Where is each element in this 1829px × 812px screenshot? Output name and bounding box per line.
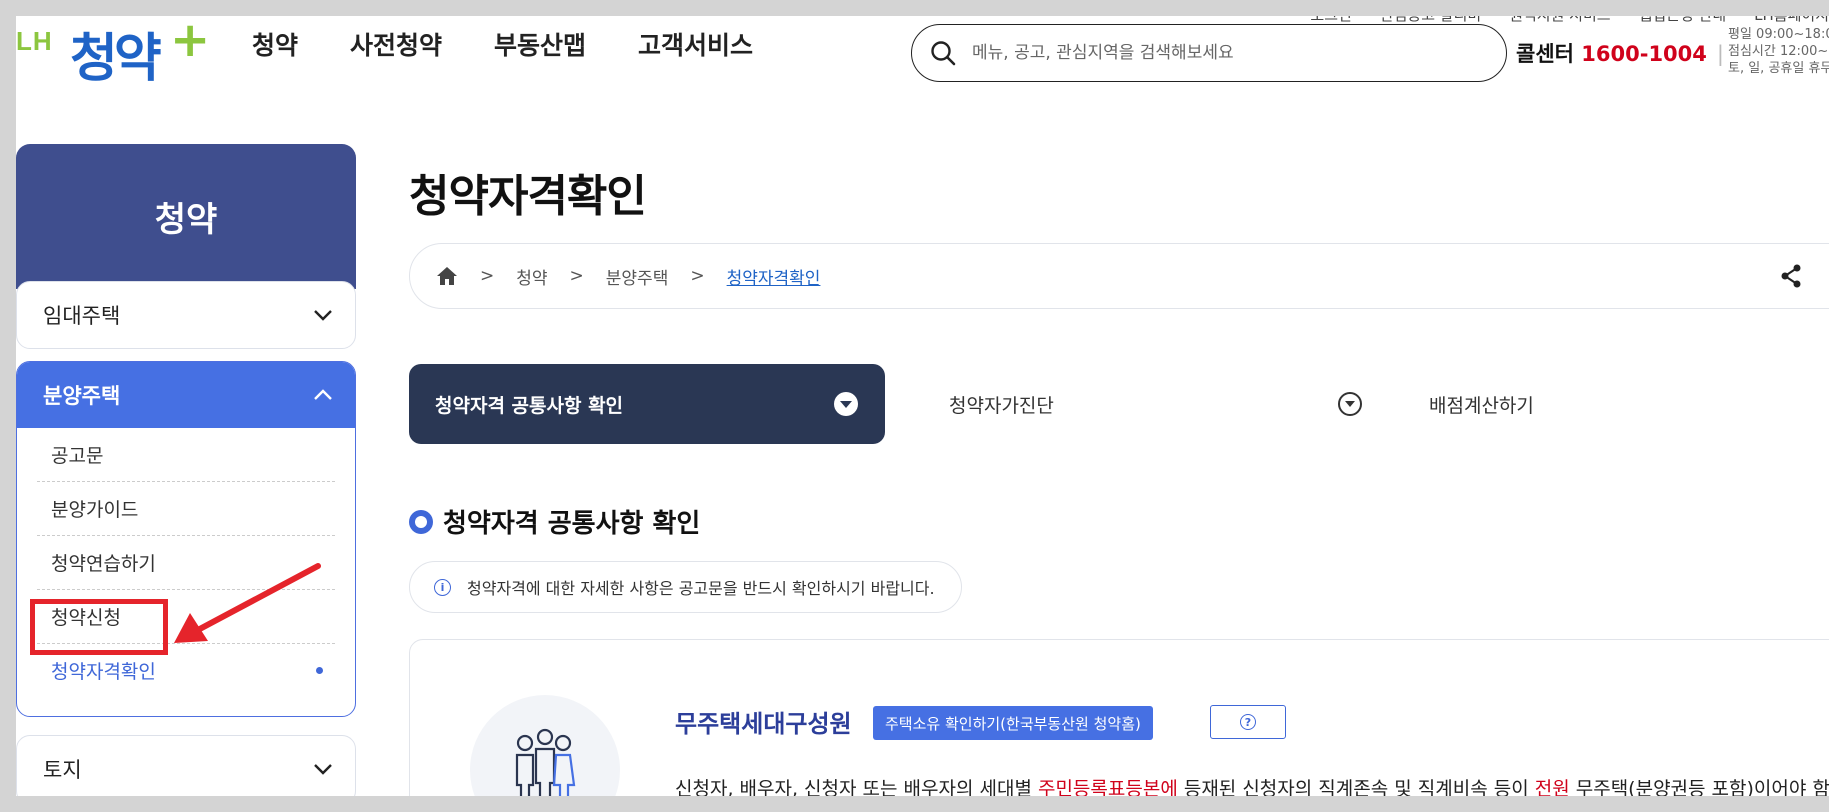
sidebar-item-sale-guide[interactable]: 분양가이드 xyxy=(37,482,335,536)
hours-holiday: 토, 일, 공휴일 휴무 xyxy=(1728,61,1829,76)
main-nav: 청약 사전청약 부동산맵 고객서비스 xyxy=(252,26,753,62)
lh-home-link[interactable]: LH홈페이지 xyxy=(1754,16,1829,25)
chevron-right-icon: > xyxy=(690,266,705,286)
logo-plus: + xyxy=(170,16,211,68)
sidebar-group-label: 임대주택 xyxy=(43,304,121,328)
logo-text: 청약 xyxy=(70,29,162,89)
sidebar-group-label: 토지 xyxy=(43,758,82,782)
share-icon[interactable] xyxy=(1780,264,1802,288)
highlight-box xyxy=(30,599,168,655)
active-dot-icon xyxy=(316,667,323,674)
sidebar-group-label: 분양주택 xyxy=(43,384,121,408)
sidebar-title: 청약 xyxy=(154,200,218,240)
sidebar-group-land[interactable]: 토지 xyxy=(16,735,356,796)
section-title: 청약자격 공통사항 확인 xyxy=(409,503,700,540)
chevron-right-icon: > xyxy=(569,266,584,286)
call-hours: 평일 09:00~18:00 점심시간 12:00~13:00 토, 일, 공휴… xyxy=(1728,26,1829,77)
breadcrumb: > 청약 > 분양주택 > 청약자격확인 xyxy=(409,243,1829,309)
nav-real-estate-map[interactable]: 부동산맵 xyxy=(494,26,586,62)
call-center: 콜센터 1600-1004 | xyxy=(1516,42,1724,66)
breadcrumb-item[interactable]: 청약 xyxy=(516,264,547,289)
accessibility-link[interactable]: 웹접근성 안내 xyxy=(1639,16,1727,25)
call-label: 콜센터 xyxy=(1516,42,1574,66)
chevron-right-icon: > xyxy=(480,266,495,286)
family-icon xyxy=(470,695,620,796)
nav-customer-service[interactable]: 고객서비스 xyxy=(638,26,753,62)
desc-text: 신청자, 배우자, 신청자 또는 배우자의 세대별 xyxy=(675,778,1038,796)
hours-lunch: 점심시간 12:00~13:00 xyxy=(1728,44,1829,59)
section-title-text: 청약자격 공통사항 확인 xyxy=(443,509,701,539)
tab-score-calculator[interactable]: 배점계산하기 xyxy=(1399,364,1829,444)
section-bullet-icon xyxy=(409,509,433,534)
sidebar-item-label: 공고문 xyxy=(51,445,104,467)
remote-support-link[interactable]: 원격지원 서비스 xyxy=(1509,16,1610,25)
notice-text: 청약자격에 대한 자세한 사항은 공고문을 반드시 확인하시기 바랍니다. xyxy=(467,579,935,598)
sidebar-group-rental[interactable]: 임대주택 xyxy=(16,281,356,349)
desc-emphasis: 전원 xyxy=(1534,778,1570,796)
nav-subscription[interactable]: 청약 xyxy=(252,26,298,62)
chevron-up-icon xyxy=(314,389,332,400)
requirement-card: 무주택세대구성원 주택소유 확인하기(한국부동산원 청약홈) ? 신청자, 배우… xyxy=(409,639,1829,796)
desc-emphasis: 주민등록표등본에 xyxy=(1037,778,1178,796)
arrow-annotation-icon xyxy=(174,563,321,643)
chevron-down-icon xyxy=(314,764,332,775)
page-title: 청약자격확인 xyxy=(409,171,647,222)
tab-common-requirements[interactable]: 청약자격 공통사항 확인 xyxy=(409,364,885,444)
site-logo[interactable]: LH 청약 + xyxy=(16,16,226,89)
tab-label: 청약자격 공통사항 확인 xyxy=(435,394,624,417)
question-icon: ? xyxy=(1240,714,1256,730)
sidebar-header: 청약 xyxy=(16,144,356,289)
chevron-down-circle-icon xyxy=(1338,392,1362,416)
chevron-down-icon xyxy=(314,310,332,321)
desc-text: 무주택(분양권등 포함)이어야 함 xyxy=(1569,778,1829,796)
info-icon: i xyxy=(434,578,451,596)
breadcrumb-current[interactable]: 청약자격확인 xyxy=(727,264,821,289)
nav-pre-subscription[interactable]: 사전청약 xyxy=(350,26,442,62)
hours-weekday: 평일 09:00~18:00 xyxy=(1728,27,1829,42)
sidebar-item-label: 청약자격확인 xyxy=(51,661,156,683)
card-title: 무주택세대구성원 xyxy=(675,710,852,738)
sidebar-item-label: 청약연습하기 xyxy=(51,553,156,575)
search-box[interactable] xyxy=(911,24,1507,82)
page: 로그인 관심공고 알리미 원격지원 서비스 웹접근성 안내 LH홈페이지 LH … xyxy=(16,16,1829,796)
tab-bar: 청약자격 공통사항 확인 청약자가진단 배점계산하기 xyxy=(409,364,1829,444)
card-description: 신청자, 배우자, 신청자 또는 배우자의 세대별 주민등록표등본에 등재된 신… xyxy=(675,772,1829,796)
sidebar-group-land-toggle[interactable]: 토지 xyxy=(17,736,355,796)
help-button[interactable]: ? xyxy=(1210,705,1286,739)
search-icon[interactable] xyxy=(930,40,956,66)
sidebar-group-sale: 분양주택 공고문 분양가이드 청약연습하기 청약신청 청약자격확인 xyxy=(16,361,356,717)
chevron-down-circle-icon xyxy=(834,392,858,416)
tab-self-check[interactable]: 청약자가진단 xyxy=(909,364,1379,444)
logo-prefix: LH xyxy=(16,26,53,56)
check-ownership-button[interactable]: 주택소유 확인하기(한국부동산원 청약홈) xyxy=(873,706,1153,740)
desc-text: 등재된 신청자의 직계존속 및 직계비속 등이 xyxy=(1177,778,1535,796)
tab-label: 배점계산하기 xyxy=(1429,394,1534,417)
search-input[interactable] xyxy=(970,42,1454,64)
notice-banner: i 청약자격에 대한 자세한 사항은 공고문을 반드시 확인하시기 바랍니다. xyxy=(409,561,962,613)
tab-label: 청약자가진단 xyxy=(949,394,1054,417)
sidebar-group-rental-toggle[interactable]: 임대주택 xyxy=(17,282,355,348)
home-icon[interactable] xyxy=(436,266,458,286)
call-number: 1600-1004 xyxy=(1581,42,1707,66)
sidebar-group-sale-toggle[interactable]: 분양주택 xyxy=(17,362,355,428)
sidebar-item-notice[interactable]: 공고문 xyxy=(37,428,335,482)
sidebar-item-label: 분양가이드 xyxy=(51,499,139,521)
breadcrumb-item[interactable]: 분양주택 xyxy=(606,264,669,289)
